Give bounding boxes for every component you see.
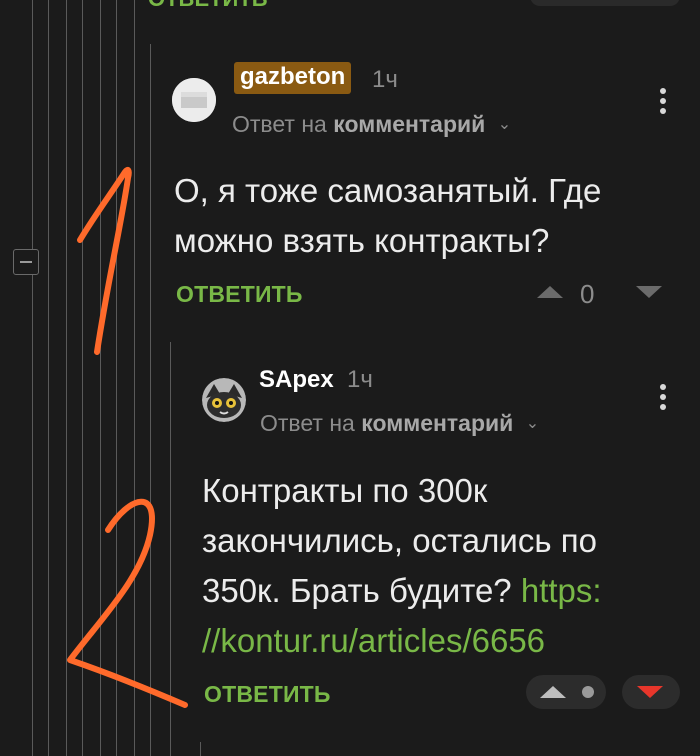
handwritten-annotations — [67, 167, 188, 708]
annotation-number-1 — [77, 167, 132, 355]
annotation-number-2 — [67, 498, 188, 708]
